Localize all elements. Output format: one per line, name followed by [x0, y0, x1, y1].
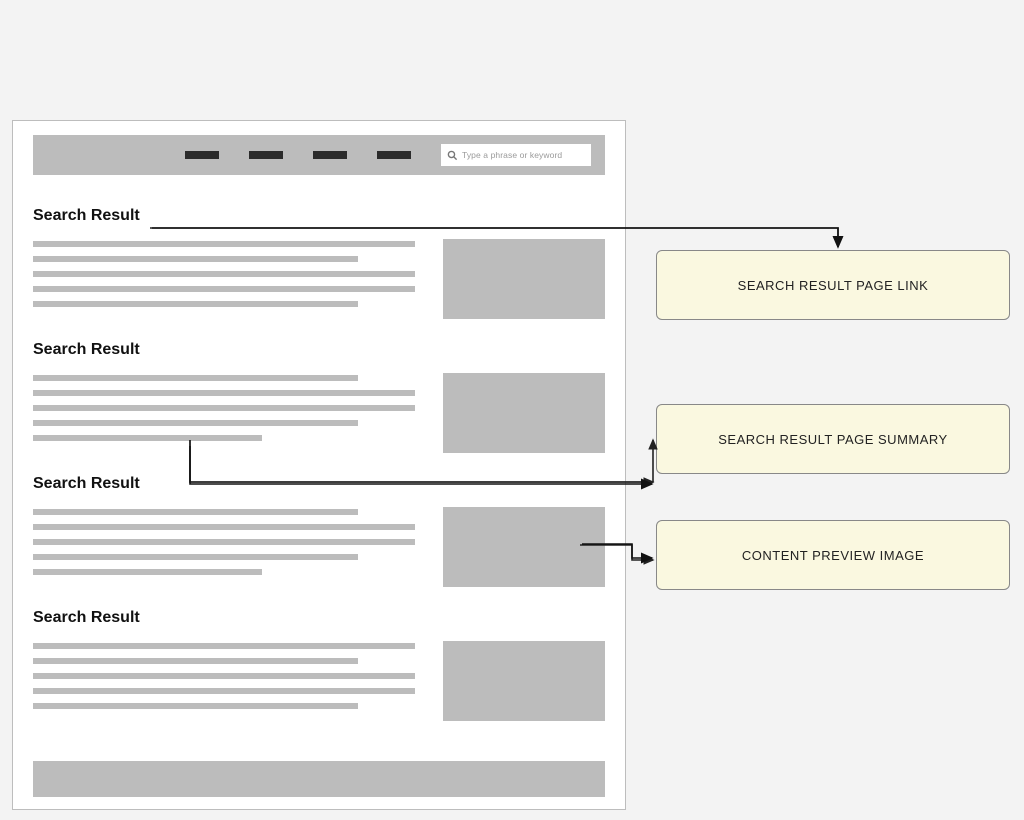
- result-title-link[interactable]: Search Result: [33, 207, 605, 225]
- content-preview-image[interactable]: [443, 641, 605, 721]
- result-summary: [33, 507, 415, 575]
- search-result-item: Search Result: [33, 609, 605, 721]
- content-preview-image[interactable]: [443, 239, 605, 319]
- search-result-item: Search Result: [33, 207, 605, 319]
- content-preview-image[interactable]: [443, 373, 605, 453]
- nav-item[interactable]: [249, 151, 283, 159]
- wireframe-panel: Type a phrase or keyword Search Result S…: [12, 120, 626, 810]
- result-title-link[interactable]: Search Result: [33, 609, 605, 627]
- result-title-link[interactable]: Search Result: [33, 341, 605, 359]
- results-area: Search Result Search Result Search Resul…: [33, 175, 605, 721]
- nav-item[interactable]: [313, 151, 347, 159]
- result-summary: [33, 641, 415, 709]
- footer-bar: [33, 761, 605, 797]
- search-result-item: Search Result: [33, 475, 605, 587]
- content-preview-image[interactable]: [443, 507, 605, 587]
- search-icon: [447, 150, 458, 161]
- nav-bar: Type a phrase or keyword: [33, 135, 605, 175]
- callout-preview-image: CONTENT PREVIEW IMAGE: [656, 520, 1010, 590]
- result-summary: [33, 373, 415, 441]
- result-summary: [33, 239, 415, 307]
- search-result-item: Search Result: [33, 341, 605, 453]
- result-title-link[interactable]: Search Result: [33, 475, 605, 493]
- nav-item[interactable]: [377, 151, 411, 159]
- callout-page-summary: SEARCH RESULT PAGE SUMMARY: [656, 404, 1010, 474]
- nav-item[interactable]: [185, 151, 219, 159]
- search-placeholder: Type a phrase or keyword: [462, 150, 562, 160]
- search-input[interactable]: Type a phrase or keyword: [441, 144, 591, 166]
- callout-page-link: SEARCH RESULT PAGE LINK: [656, 250, 1010, 320]
